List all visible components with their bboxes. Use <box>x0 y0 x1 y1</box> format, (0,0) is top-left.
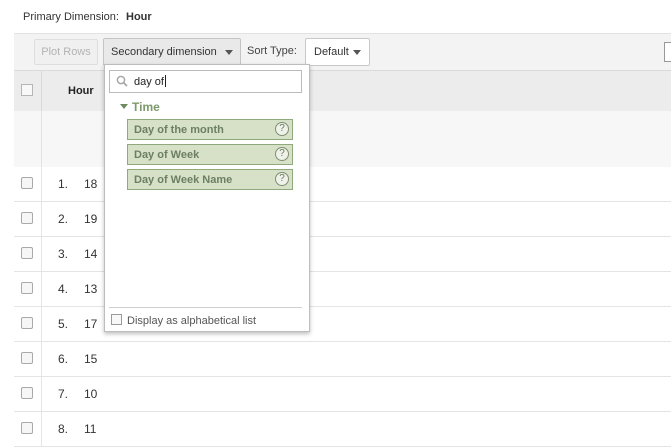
chevron-down-icon <box>353 50 361 55</box>
row-hour-value: 15 <box>84 352 98 366</box>
table-row: 7. 10 <box>14 377 671 412</box>
primary-dimension-label: Primary Dimension: <box>23 11 119 23</box>
row-checkbox[interactable] <box>21 177 33 189</box>
row-checkbox[interactable] <box>21 317 33 329</box>
table-row: 8. 11 <box>14 412 671 447</box>
row-checkbox[interactable] <box>21 247 33 259</box>
option-label: Day of Week Name <box>134 174 233 186</box>
row-hour-value: 18 <box>84 177 98 191</box>
secondary-dimension-label: Secondary dimension <box>111 46 217 58</box>
plot-rows-button[interactable]: Plot Rows <box>34 39 98 65</box>
help-icon[interactable]: ? <box>275 147 289 161</box>
select-all-checkbox[interactable] <box>21 84 33 96</box>
sort-type-value: Default <box>314 46 349 58</box>
row-checkbox-cell <box>14 342 42 376</box>
row-checkbox-cell <box>14 377 42 411</box>
sort-type-label: Sort Type: <box>247 45 297 57</box>
row-hour-value: 11 <box>84 422 97 436</box>
option-label: Day of Week <box>134 149 200 161</box>
chevron-down-icon <box>120 104 128 109</box>
primary-dimension-value[interactable]: Hour <box>126 11 152 23</box>
row-checkbox[interactable] <box>21 387 33 399</box>
column-header-hour[interactable]: Hour <box>68 85 94 97</box>
alphabetical-list-checkbox[interactable] <box>111 314 122 325</box>
row-checkbox[interactable] <box>21 352 33 364</box>
row-hour-value: 10 <box>84 387 98 401</box>
row-hour-value: 14 <box>84 247 98 261</box>
row-hour-value: 13 <box>84 282 98 296</box>
dimension-search-input[interactable]: day of <box>109 70 302 93</box>
row-checkbox-cell <box>14 307 42 341</box>
search-table-input[interactable] <box>664 42 671 62</box>
sort-type-select[interactable]: Default <box>305 38 370 66</box>
row-checkbox-cell <box>14 412 42 446</box>
group-label: Time <box>132 100 160 114</box>
row-hour-value: 17 <box>84 317 98 331</box>
row-index: 1. <box>58 177 69 191</box>
row-checkbox[interactable] <box>21 282 33 294</box>
text-cursor <box>164 75 166 87</box>
row-index: 3. <box>58 247 69 261</box>
header-checkbox-cell <box>14 71 42 111</box>
help-icon[interactable]: ? <box>275 122 289 136</box>
table-row: 6. 15 <box>14 342 671 377</box>
secondary-dimension-dropdown: day of Time Day of the month ? Day of We… <box>104 64 310 332</box>
search-value: day of <box>134 75 166 88</box>
help-icon[interactable]: ? <box>275 172 289 186</box>
search-icon <box>116 75 128 87</box>
row-checkbox[interactable] <box>21 212 33 224</box>
chevron-down-icon <box>225 50 233 55</box>
primary-dimension-bar: Primary Dimension: Hour <box>0 0 671 33</box>
row-index: 8. <box>58 422 69 436</box>
secondary-dimension-button[interactable]: Secondary dimension <box>103 38 241 66</box>
row-checkbox-cell <box>14 272 42 306</box>
row-checkbox-cell <box>14 237 42 271</box>
option-day-of-week[interactable]: Day of Week ? <box>127 144 293 165</box>
alphabetical-list-label[interactable]: Display as alphabetical list <box>127 315 256 327</box>
option-label: Day of the month <box>134 124 224 136</box>
group-header-time[interactable]: Time <box>120 100 160 114</box>
row-index: 5. <box>58 317 69 331</box>
option-day-of-week-name[interactable]: Day of Week Name ? <box>127 169 293 190</box>
divider <box>109 307 302 308</box>
row-checkbox-cell <box>14 167 42 201</box>
row-checkbox-cell <box>14 202 42 236</box>
row-index: 4. <box>58 282 69 296</box>
row-hour-value: 19 <box>84 212 98 226</box>
summary-checkbox-cell <box>14 111 42 167</box>
row-index: 2. <box>58 212 69 226</box>
option-day-of-the-month[interactable]: Day of the month ? <box>127 119 293 140</box>
row-checkbox[interactable] <box>21 422 33 434</box>
row-index: 7. <box>58 387 69 401</box>
row-index: 6. <box>58 352 69 366</box>
